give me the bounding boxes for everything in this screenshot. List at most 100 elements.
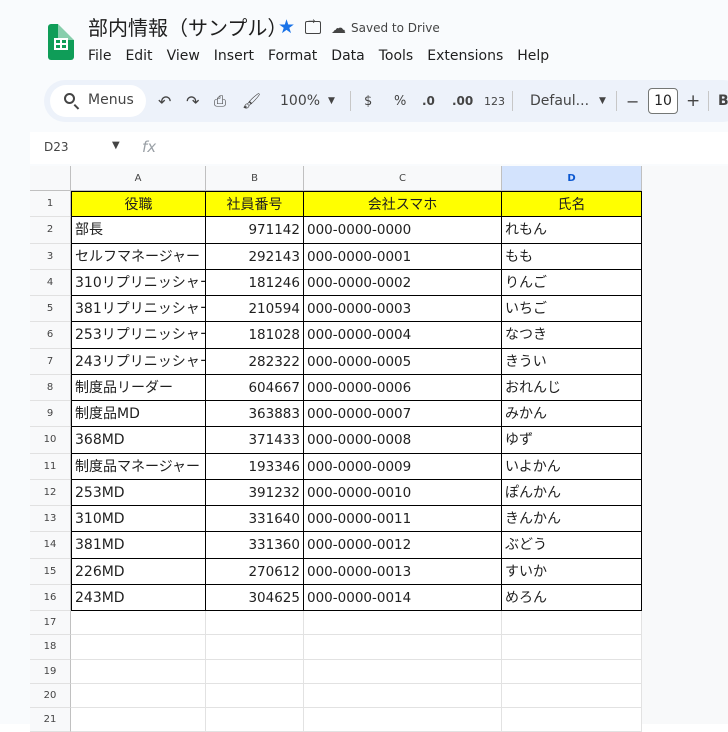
- table-cell[interactable]: [304, 611, 502, 636]
- column-header-d[interactable]: D: [502, 166, 642, 191]
- column-header-b[interactable]: B: [206, 166, 304, 191]
- font-select[interactable]: Defaul... ▼: [530, 80, 606, 122]
- name-box[interactable]: D23: [44, 140, 69, 154]
- table-cell[interactable]: [71, 611, 206, 636]
- select-all-corner[interactable]: [30, 166, 71, 191]
- menu-extensions[interactable]: Extensions: [427, 48, 503, 64]
- row-header[interactable]: 14: [30, 532, 71, 559]
- table-cell[interactable]: 253MD: [71, 479, 206, 506]
- table-cell[interactable]: 210594: [206, 296, 304, 323]
- table-cell[interactable]: 381MD: [71, 532, 206, 559]
- decrease-font-size-button[interactable]: −: [626, 80, 639, 122]
- table-cell[interactable]: [502, 611, 642, 636]
- sheets-logo-icon[interactable]: [48, 24, 74, 60]
- row-header[interactable]: 19: [30, 659, 71, 684]
- menu-data[interactable]: Data: [331, 48, 364, 64]
- table-cell[interactable]: 000-0000-0000: [304, 217, 502, 244]
- table-cell[interactable]: 971142: [206, 217, 304, 244]
- table-cell[interactable]: [206, 635, 304, 660]
- table-cell[interactable]: いよかん: [502, 453, 642, 480]
- table-cell[interactable]: めろん: [502, 584, 642, 611]
- table-cell[interactable]: 226MD: [71, 558, 206, 585]
- table-cell[interactable]: [71, 635, 206, 660]
- search-menus-button[interactable]: Menus: [50, 85, 146, 117]
- table-cell[interactable]: 制度品マネージャー: [71, 453, 206, 480]
- header-cell[interactable]: 役職: [71, 191, 206, 218]
- table-cell[interactable]: 000-0000-0007: [304, 401, 502, 428]
- table-cell[interactable]: [502, 659, 642, 684]
- menu-tools[interactable]: Tools: [379, 48, 414, 64]
- table-cell[interactable]: 000-0000-0003: [304, 296, 502, 323]
- table-cell[interactable]: 000-0000-0010: [304, 479, 502, 506]
- table-cell[interactable]: 391232: [206, 479, 304, 506]
- table-cell[interactable]: 000-0000-0001: [304, 243, 502, 270]
- table-cell[interactable]: れもん: [502, 217, 642, 244]
- menu-edit[interactable]: Edit: [125, 48, 152, 64]
- table-cell[interactable]: [304, 683, 502, 708]
- table-cell[interactable]: 604667: [206, 374, 304, 401]
- decrease-decimal-button[interactable]: .0: [422, 80, 435, 122]
- menu-help[interactable]: Help: [517, 48, 549, 64]
- chevron-down-icon[interactable]: ▼: [112, 140, 120, 151]
- table-cell[interactable]: [71, 659, 206, 684]
- table-cell[interactable]: ぽんかん: [502, 479, 642, 506]
- table-cell[interactable]: 243MD: [71, 584, 206, 611]
- header-cell[interactable]: 会社スマホ: [304, 191, 502, 218]
- table-cell[interactable]: 368MD: [71, 427, 206, 454]
- menu-view[interactable]: View: [167, 48, 200, 64]
- table-cell[interactable]: きんかん: [502, 506, 642, 533]
- row-header[interactable]: 16: [30, 584, 71, 611]
- table-cell[interactable]: [71, 708, 206, 732]
- table-cell[interactable]: 部長: [71, 217, 206, 244]
- column-header-c[interactable]: C: [304, 166, 502, 191]
- row-header[interactable]: 6: [30, 322, 71, 349]
- table-cell[interactable]: きうい: [502, 348, 642, 375]
- table-cell[interactable]: [304, 635, 502, 660]
- table-cell[interactable]: [502, 635, 642, 660]
- table-cell[interactable]: ぶどう: [502, 532, 642, 559]
- row-header[interactable]: 10: [30, 427, 71, 454]
- table-cell[interactable]: [206, 708, 304, 732]
- menu-insert[interactable]: Insert: [214, 48, 254, 64]
- zoom-select[interactable]: 100% ▼: [280, 80, 335, 122]
- table-cell[interactable]: [206, 683, 304, 708]
- table-cell[interactable]: [71, 683, 206, 708]
- cloud-saved-icon[interactable]: ☁: [331, 19, 346, 37]
- row-header[interactable]: 13: [30, 506, 71, 533]
- menu-format[interactable]: Format: [268, 48, 317, 64]
- table-cell[interactable]: [304, 708, 502, 732]
- row-header[interactable]: 4: [30, 269, 71, 296]
- table-cell[interactable]: 243リプリニッシャー: [71, 348, 206, 375]
- row-header[interactable]: 20: [30, 683, 71, 708]
- row-header[interactable]: 1: [30, 191, 71, 218]
- font-size-input[interactable]: 10: [648, 88, 678, 114]
- table-cell[interactable]: 000-0000-0005: [304, 348, 502, 375]
- redo-icon[interactable]: ↷: [186, 80, 199, 122]
- table-cell[interactable]: 000-0000-0006: [304, 374, 502, 401]
- row-header[interactable]: 17: [30, 611, 71, 636]
- undo-icon[interactable]: ↶: [158, 80, 171, 122]
- table-cell[interactable]: 181246: [206, 269, 304, 296]
- table-cell[interactable]: 000-0000-0004: [304, 322, 502, 349]
- table-cell[interactable]: みかん: [502, 401, 642, 428]
- bold-button[interactable]: B: [718, 80, 728, 122]
- move-icon[interactable]: [305, 17, 322, 34]
- document-title[interactable]: 部内情報（サンプル）: [88, 12, 287, 41]
- table-cell[interactable]: 制度品リーダー: [71, 374, 206, 401]
- table-cell[interactable]: 000-0000-0009: [304, 453, 502, 480]
- table-cell[interactable]: 310リプリニッシャー: [71, 269, 206, 296]
- table-cell[interactable]: すいか: [502, 558, 642, 585]
- print-icon[interactable]: ⎙: [214, 80, 226, 122]
- table-cell[interactable]: [502, 683, 642, 708]
- table-cell[interactable]: 292143: [206, 243, 304, 270]
- row-header[interactable]: 11: [30, 453, 71, 480]
- row-header[interactable]: 7: [30, 348, 71, 375]
- table-cell[interactable]: 253リプリニッシャー: [71, 322, 206, 349]
- table-cell[interactable]: もも: [502, 243, 642, 270]
- table-cell[interactable]: 363883: [206, 401, 304, 428]
- table-cell[interactable]: 000-0000-0011: [304, 506, 502, 533]
- column-header-a[interactable]: A: [71, 166, 206, 191]
- table-cell[interactable]: 181028: [206, 322, 304, 349]
- table-cell[interactable]: 000-0000-0008: [304, 427, 502, 454]
- paint-format-icon[interactable]: 🖌: [242, 80, 261, 122]
